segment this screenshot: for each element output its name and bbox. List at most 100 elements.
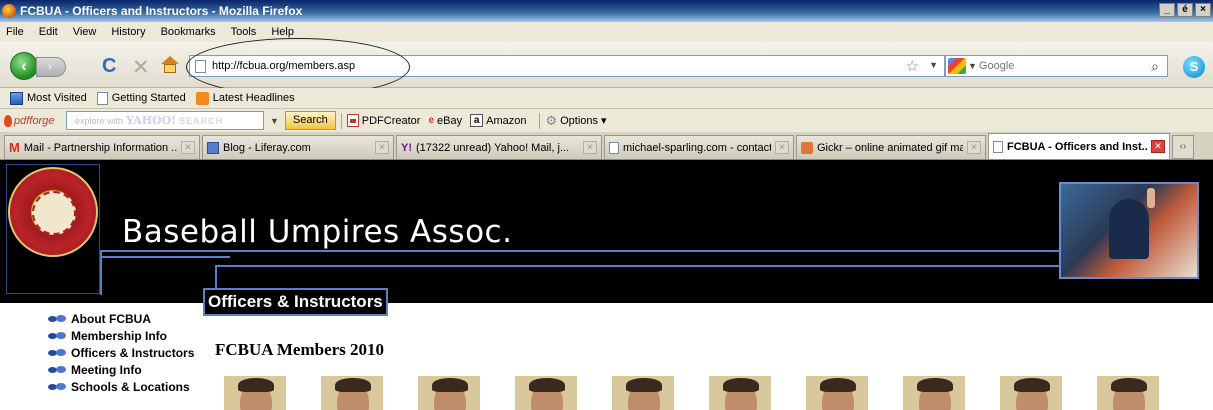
menu-help[interactable]: Help bbox=[271, 26, 294, 38]
member-headshot[interactable] bbox=[806, 376, 868, 410]
tab-label: (17322 unread) Yahoo! Mail, j... bbox=[416, 141, 570, 154]
bookmark-getting-started[interactable]: Getting Started bbox=[96, 91, 186, 105]
member-headshot[interactable] bbox=[515, 376, 577, 410]
yahoo-search-button[interactable]: Search bbox=[284, 111, 336, 130]
member-headshot[interactable] bbox=[321, 376, 383, 410]
navigation-toolbar: ‹ › C ✕ ☆ ▼ ▼ ⌕ S bbox=[0, 42, 1213, 88]
minimize-button[interactable]: _ bbox=[1159, 3, 1175, 17]
tab-close-icon[interactable]: ✕ bbox=[583, 141, 597, 154]
forward-button[interactable]: › bbox=[36, 57, 66, 77]
menu-bar: File Edit View History Bookmarks Tools H… bbox=[0, 22, 1213, 42]
url-input[interactable] bbox=[212, 60, 712, 72]
frame-line bbox=[215, 265, 217, 290]
back-button[interactable]: ‹ bbox=[10, 52, 38, 80]
umpire-figure bbox=[1109, 199, 1149, 259]
web-page: Baseball Umpires Assoc. Officers & Instr… bbox=[0, 160, 1213, 410]
page-icon bbox=[96, 91, 108, 105]
member-headshot[interactable] bbox=[224, 376, 286, 410]
bookmark-latest-headlines[interactable]: Latest Headlines bbox=[195, 91, 295, 105]
reload-icon[interactable]: C bbox=[102, 55, 116, 78]
nav-meeting[interactable]: Meeting Info bbox=[48, 361, 194, 378]
restore-button[interactable]: é bbox=[1177, 3, 1193, 17]
hair bbox=[820, 378, 856, 392]
flame-icon bbox=[4, 114, 12, 127]
nav-officers[interactable]: Officers & Instructors bbox=[48, 344, 194, 361]
hair bbox=[723, 378, 759, 392]
member-headshot[interactable] bbox=[612, 376, 674, 410]
bookmark-star-icon[interactable]: ☆ bbox=[906, 57, 919, 75]
site-banner: Baseball Umpires Assoc. bbox=[0, 160, 1213, 303]
search-bar[interactable]: ▼ ⌕ bbox=[945, 55, 1168, 77]
nav-about[interactable]: About FCBUA bbox=[48, 310, 194, 327]
home-icon[interactable] bbox=[161, 56, 179, 74]
member-headshot[interactable] bbox=[418, 376, 480, 410]
search-engine-dropdown-icon[interactable]: ▼ bbox=[968, 61, 977, 71]
tab-label: michael-sparling.com - contact... bbox=[623, 141, 771, 154]
google-icon[interactable] bbox=[948, 58, 966, 74]
bookmark-most-visited[interactable]: Most Visited bbox=[10, 91, 87, 105]
member-headshot[interactable] bbox=[903, 376, 965, 410]
stop-icon[interactable]: ✕ bbox=[132, 55, 150, 80]
tab-close-icon[interactable]: ✕ bbox=[375, 141, 389, 154]
nav-schools[interactable]: Schools & Locations bbox=[48, 378, 194, 395]
bullet-icon bbox=[48, 315, 68, 322]
bullet-icon bbox=[48, 332, 68, 339]
member-headshot[interactable] bbox=[709, 376, 771, 410]
menu-bookmarks[interactable]: Bookmarks bbox=[161, 26, 216, 38]
tab-label: Gickr – online animated gif ma... bbox=[817, 141, 963, 154]
yahoo-search-input[interactable]: explore with YAHOO! SEARCH bbox=[66, 111, 264, 130]
bookmark-label: Most Visited bbox=[27, 92, 87, 104]
page-icon bbox=[993, 140, 1003, 153]
banner-title: Baseball Umpires Assoc. bbox=[122, 214, 513, 250]
url-dropdown-icon[interactable]: ▼ bbox=[929, 60, 938, 70]
pdfforge-logo[interactable]: pdfforge bbox=[4, 114, 64, 127]
tab-gickr[interactable]: Gickr – online animated gif ma... ✕ bbox=[796, 135, 986, 159]
yahoo-icon: Y! bbox=[401, 141, 412, 154]
menu-tools[interactable]: Tools bbox=[231, 26, 257, 38]
rss-icon bbox=[195, 91, 209, 105]
nav-label: Membership Info bbox=[71, 328, 168, 343]
url-bar[interactable]: ☆ ▼ bbox=[189, 55, 945, 77]
nav-label: Officers & Instructors bbox=[71, 345, 195, 360]
tab-fcbua[interactable]: FCBUA - Officers and Inst... ✕ bbox=[988, 133, 1170, 159]
menu-history[interactable]: History bbox=[111, 26, 145, 38]
tab-close-icon[interactable]: ✕ bbox=[967, 141, 981, 154]
bullet-icon bbox=[48, 383, 68, 390]
menu-edit[interactable]: Edit bbox=[39, 26, 58, 38]
close-button[interactable]: × bbox=[1195, 3, 1211, 17]
member-headshot[interactable] bbox=[1097, 376, 1159, 410]
options-button[interactable]: ⚙ Options ▾ bbox=[545, 113, 606, 129]
amazon-button[interactable]: a Amazon bbox=[470, 114, 526, 127]
search-icon[interactable]: ⌕ bbox=[1151, 58, 1159, 75]
tab-close-icon[interactable]: ✕ bbox=[775, 141, 789, 154]
nav-membership[interactable]: Membership Info bbox=[48, 327, 194, 344]
site-logo-frame[interactable] bbox=[6, 164, 100, 294]
page-icon bbox=[609, 141, 619, 154]
most-visited-icon bbox=[10, 91, 23, 105]
tab-michael-sparling[interactable]: michael-sparling.com - contact... ✕ bbox=[604, 135, 794, 159]
tab-bar: M Mail - Partnership Information ... ✕ B… bbox=[0, 132, 1213, 160]
nav-label: Meeting Info bbox=[71, 362, 142, 377]
bookmark-label: Getting Started bbox=[111, 92, 186, 104]
member-headshot[interactable] bbox=[1000, 376, 1062, 410]
skype-icon[interactable]: S bbox=[1183, 56, 1205, 78]
gear-icon: ⚙ bbox=[545, 112, 558, 128]
tab-mail[interactable]: M Mail - Partnership Information ... ✕ bbox=[4, 135, 200, 159]
nav-label: Schools & Locations bbox=[71, 379, 190, 394]
pdfcreator-button[interactable]: PDFCreator bbox=[346, 114, 420, 127]
tab-scroll-icon[interactable]: ‹› bbox=[1172, 135, 1194, 159]
tab-blog[interactable]: Blog - Liferay.com ✕ bbox=[202, 135, 394, 159]
gmail-icon: M bbox=[9, 139, 20, 155]
tab-close-icon[interactable]: ✕ bbox=[181, 141, 195, 154]
search-input[interactable] bbox=[978, 60, 1119, 72]
amazon-label: Amazon bbox=[486, 114, 527, 127]
yahoo-dropdown-icon[interactable]: ▼ bbox=[270, 116, 279, 126]
blog-icon bbox=[207, 141, 219, 154]
tab-close-icon[interactable]: ✕ bbox=[1151, 140, 1165, 153]
menu-view[interactable]: View bbox=[73, 26, 97, 38]
menu-file[interactable]: File bbox=[6, 26, 24, 38]
yahoo-brand: YAHOO! bbox=[126, 114, 177, 127]
nav-label: About FCBUA bbox=[71, 311, 151, 326]
ebay-button[interactable]: e eBay bbox=[428, 115, 462, 127]
tab-yahoo-mail[interactable]: Y! (17322 unread) Yahoo! Mail, j... ✕ bbox=[396, 135, 602, 159]
